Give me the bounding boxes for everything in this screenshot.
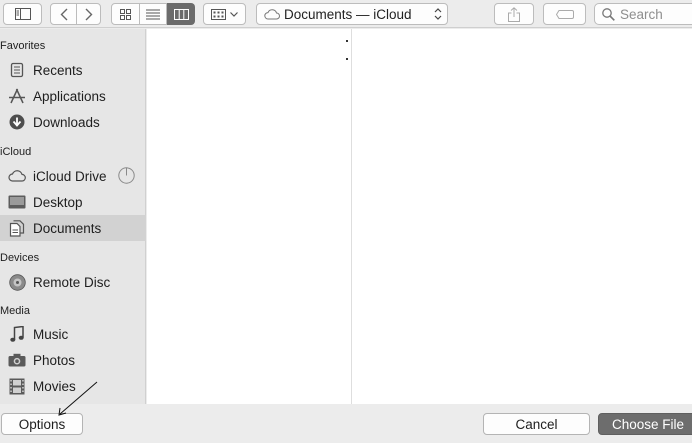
arrange-menu-button[interactable] (203, 3, 246, 25)
sidebar-item-label: Photos (33, 352, 76, 368)
sidebar-item-label: Music (33, 326, 69, 342)
sidebar-item-photos[interactable]: Photos (0, 347, 146, 373)
cancel-button[interactable]: Cancel (483, 413, 590, 435)
sidebar-item-documents[interactable]: Documents (0, 215, 146, 241)
sidebar: Favorites Recents Applications Downloads… (0, 29, 146, 404)
icon-view-button[interactable] (112, 4, 139, 24)
applications-icon (8, 87, 26, 105)
sidebar-item-label: Desktop (33, 194, 83, 210)
sidebar-toggle-button[interactable] (3, 3, 42, 25)
sync-progress-icon (118, 167, 135, 184)
bottom-bar: Options Cancel Choose File (0, 404, 692, 443)
desktop-icon (8, 193, 26, 211)
forward-button[interactable] (77, 4, 101, 24)
chevron-down-icon (230, 11, 238, 17)
sidebar-item-music[interactable]: Music (0, 321, 146, 347)
cloud-icon (8, 167, 26, 185)
tag-button[interactable] (543, 3, 586, 25)
sidebar-item-applications[interactable]: Applications (0, 83, 146, 109)
grid-view-icon (120, 8, 131, 20)
column-browser[interactable] (147, 29, 692, 404)
sidebar-item-remote-disc[interactable]: Remote Disc (0, 269, 146, 295)
disc-icon (8, 273, 26, 291)
search-placeholder: Search (620, 6, 663, 22)
list-view-icon (146, 9, 160, 19)
documents-icon (8, 219, 26, 237)
cloud-icon (264, 8, 280, 19)
back-button[interactable] (51, 4, 76, 24)
toolbar: Documents — iCloud Search (0, 0, 692, 28)
columns-view-icon (173, 8, 189, 20)
sidebar-item-recents[interactable]: Recents (0, 57, 146, 83)
chevron-left-icon (60, 8, 67, 20)
share-icon (508, 6, 520, 22)
recents-icon (8, 61, 26, 79)
section-devices: Devices (0, 252, 40, 264)
column-resize-dot (346, 40, 348, 42)
view-mode-segment (111, 3, 195, 25)
arrange-grid-icon (211, 8, 226, 20)
music-note-icon (8, 325, 26, 343)
annotation-arrow (58, 381, 98, 416)
sidebar-item-icloud-drive[interactable]: iCloud Drive (0, 163, 146, 189)
back-forward-segment (50, 3, 101, 25)
chevron-right-icon (85, 8, 93, 20)
share-button[interactable] (494, 3, 534, 25)
search-field[interactable]: Search (594, 3, 692, 25)
sidebar-item-label: Remote Disc (33, 274, 111, 290)
sidebar-icon (14, 8, 31, 20)
search-icon (602, 7, 615, 21)
section-icloud: iCloud (0, 146, 32, 158)
sidebar-item-label: Downloads (33, 114, 100, 130)
list-view-button[interactable] (140, 4, 166, 24)
column-divider[interactable] (351, 29, 352, 404)
sidebar-item-downloads[interactable]: Downloads (0, 109, 146, 135)
sidebar-item-label: Applications (33, 88, 106, 104)
camera-icon (8, 351, 26, 369)
sidebar-item-desktop[interactable]: Desktop (0, 189, 146, 215)
column-view-button[interactable] (167, 3, 195, 25)
path-popup[interactable]: Documents — iCloud (256, 3, 448, 25)
section-favorites: Favorites (0, 40, 46, 52)
sidebar-item-label: iCloud Drive (33, 168, 107, 184)
sidebar-item-label: Recents (33, 62, 83, 78)
path-label: Documents — iCloud (284, 6, 412, 22)
section-media: Media (0, 305, 30, 317)
sidebar-item-label: Documents (33, 220, 102, 236)
film-icon (8, 377, 26, 395)
up-down-chevron-icon (434, 8, 442, 20)
choose-file-button[interactable]: Choose File (598, 413, 692, 435)
tag-icon (555, 9, 574, 19)
column-resize-dot (346, 58, 348, 60)
downloads-icon (8, 113, 26, 131)
